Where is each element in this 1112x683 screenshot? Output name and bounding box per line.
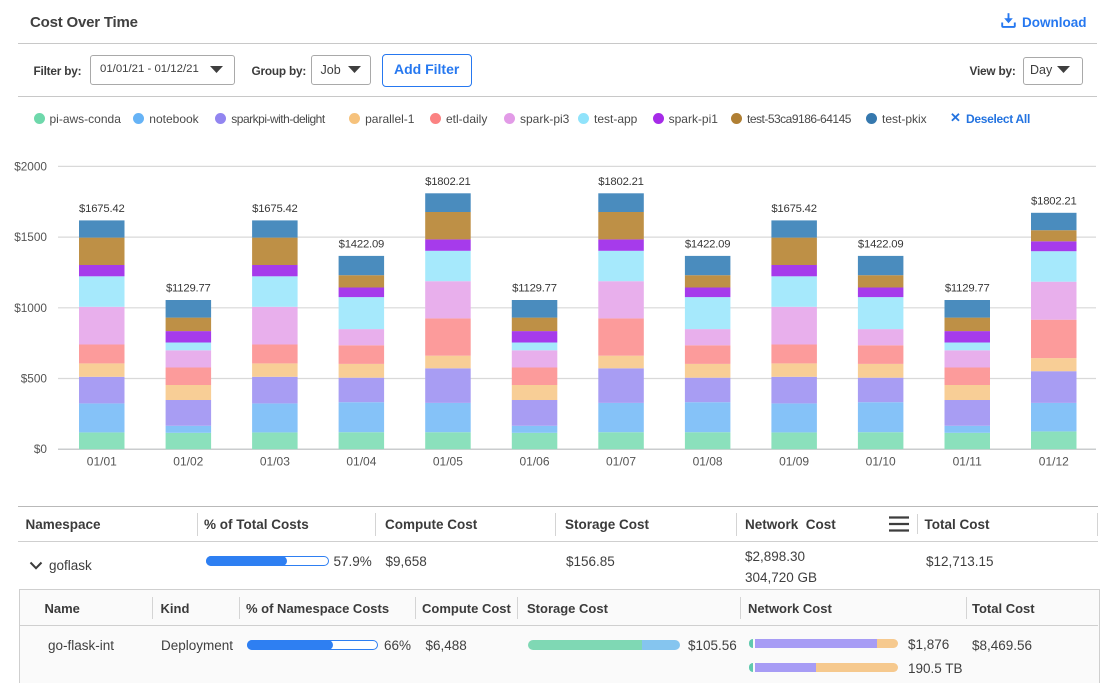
svg-text:$1802.21: $1802.21: [598, 176, 644, 188]
svg-text:01/11: 01/11: [953, 455, 982, 469]
svg-text:01/07: 01/07: [606, 455, 636, 469]
svg-text:$1675.42: $1675.42: [771, 203, 817, 215]
svg-text:$1129.77: $1129.77: [945, 283, 990, 295]
svg-text:$1500: $1500: [14, 230, 47, 244]
svg-text:$1422.09: $1422.09: [858, 238, 904, 250]
svg-text:01/01: 01/01: [87, 455, 117, 469]
svg-text:01/12: 01/12: [1039, 455, 1069, 469]
svg-text:$1675.42: $1675.42: [79, 203, 125, 215]
svg-text:01/10: 01/10: [866, 455, 896, 469]
svg-text:$1802.21: $1802.21: [1031, 195, 1077, 207]
svg-text:$1802.21: $1802.21: [425, 176, 471, 188]
svg-text:$1129.77: $1129.77: [512, 283, 557, 295]
svg-text:$1422.09: $1422.09: [339, 238, 385, 250]
svg-text:01/03: 01/03: [260, 455, 290, 469]
svg-text:$1675.42: $1675.42: [252, 203, 298, 215]
svg-text:$2000: $2000: [14, 159, 47, 173]
svg-text:01/05: 01/05: [433, 455, 463, 469]
svg-text:$0: $0: [34, 442, 48, 456]
svg-text:01/08: 01/08: [693, 455, 723, 469]
svg-text:01/04: 01/04: [346, 455, 376, 469]
svg-text:01/09: 01/09: [779, 455, 809, 469]
svg-text:$500: $500: [21, 372, 48, 386]
svg-text:$1129.77: $1129.77: [166, 283, 211, 295]
svg-text:$1422.09: $1422.09: [685, 238, 731, 250]
svg-text:01/02: 01/02: [173, 455, 203, 469]
svg-text:$1000: $1000: [14, 301, 47, 315]
svg-text:01/06: 01/06: [519, 455, 549, 469]
